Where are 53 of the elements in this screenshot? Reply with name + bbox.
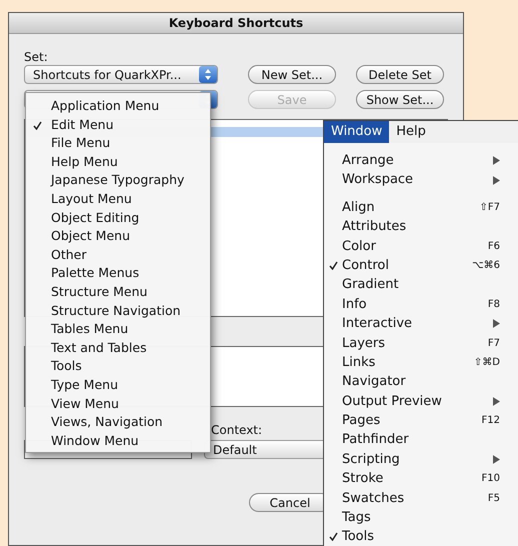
menu-item[interactable]: Attributes — [324, 217, 518, 237]
push-button[interactable]: New Set... — [248, 65, 336, 84]
menu-item[interactable]: Palette Menus — [26, 264, 210, 283]
menu-item[interactable]: Info F8 — [324, 294, 518, 314]
shortcut-label: F6 — [488, 240, 500, 254]
set-select[interactable]: Shortcuts for QuarkXPr... — [24, 65, 218, 84]
menu-item[interactable]: Edit Menu — [26, 116, 210, 134]
menu-item[interactable]: Japanese Typography — [26, 171, 210, 190]
menubar-item[interactable]: Help — [389, 121, 433, 143]
shortcut-label: ⌥⌘6 — [472, 258, 500, 273]
menu-item[interactable]: Text and Tables — [26, 338, 210, 358]
menu-item[interactable]: Other — [26, 246, 210, 264]
menubar-item[interactable]: Window — [324, 121, 390, 143]
menu-item[interactable]: Object Menu — [26, 227, 210, 246]
menu-item[interactable]: Structure Menu — [26, 282, 210, 302]
shortcut-label: F5 — [488, 492, 500, 506]
menu-item[interactable]: Views, Navigation — [26, 413, 210, 432]
menu-item[interactable]: Layers F7 — [324, 334, 518, 353]
menu-item[interactable]: Color F6 — [324, 236, 518, 256]
menu-item[interactable]: File Menu — [26, 134, 210, 153]
menu-item[interactable]: Arrange — [324, 151, 518, 170]
menu-item[interactable]: Links ⇧⌘D — [324, 352, 518, 372]
push-button[interactable]: Delete Set — [356, 65, 444, 84]
menu-item[interactable]: Tools — [324, 527, 518, 546]
shortcut-label: F8 — [488, 298, 500, 312]
menu-item[interactable]: Navigator — [324, 372, 518, 392]
menu-item[interactable]: Control ⌥⌘6 — [324, 256, 518, 276]
shortcut-label: F10 — [482, 472, 500, 486]
menu-item[interactable]: Workspace — [324, 170, 518, 190]
menu-item[interactable]: Output Preview — [324, 392, 518, 412]
set-label: Set: — [24, 49, 49, 65]
shortcut-label: ⇧⌘D — [474, 356, 500, 370]
push-button[interactable]: Show Set... — [356, 90, 444, 109]
menu-item[interactable]: Object Editing — [26, 208, 210, 228]
stepper-icon — [199, 66, 217, 83]
menu-item[interactable]: Pages F12 — [324, 411, 518, 430]
menu-item[interactable]: Help Menu — [26, 152, 210, 172]
menu-item[interactable]: View Menu — [26, 394, 210, 414]
context-label: Context: — [211, 422, 262, 439]
window-title: Keyboard Shortcuts — [9, 13, 463, 34]
menu-item[interactable]: Stroke F10 — [324, 469, 518, 489]
shortcut-label: F7 — [488, 336, 500, 351]
menu-item[interactable]: Align ⇧F7 — [324, 198, 518, 218]
menu-item[interactable]: Tables Menu — [26, 320, 210, 339]
shortcut-label: F12 — [482, 414, 500, 428]
shortcut-label: ⇧F7 — [480, 200, 500, 215]
menu-item[interactable]: Type Menu — [26, 376, 210, 394]
menu-item[interactable]: Tools — [26, 357, 210, 376]
menu-item[interactable]: Gradient — [324, 275, 518, 295]
menu-item[interactable]: Application Menu — [26, 97, 210, 116]
menu-item[interactable]: Structure Navigation — [26, 302, 210, 320]
menu-item[interactable]: Interactive — [324, 314, 518, 334]
menu-item[interactable]: Layout Menu — [26, 190, 210, 209]
